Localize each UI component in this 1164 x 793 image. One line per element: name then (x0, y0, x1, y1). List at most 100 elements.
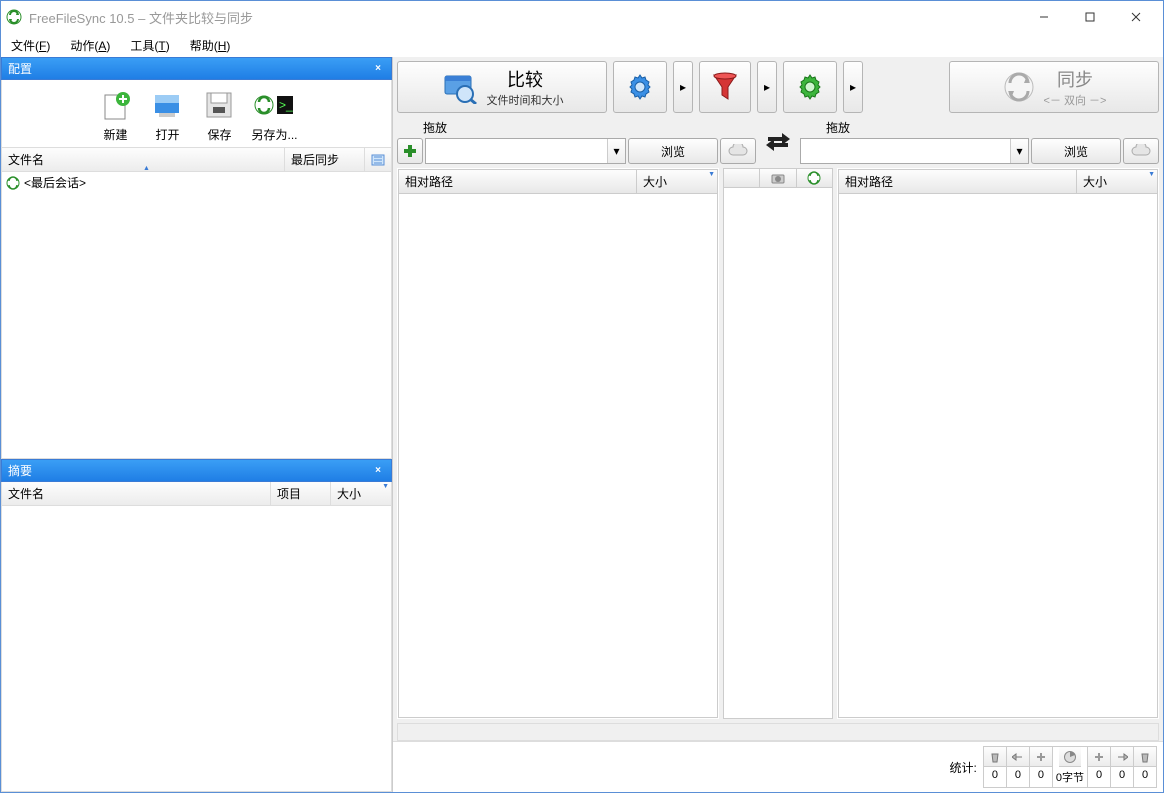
cloud-icon (728, 144, 748, 158)
sync-grey-icon (1002, 70, 1036, 104)
right-grid-body[interactable] (838, 194, 1158, 718)
config-grid-body[interactable]: <最后会话> (1, 172, 392, 459)
filter-button[interactable] (699, 61, 751, 113)
summary-col-items[interactable]: 项目 (271, 482, 331, 505)
sync-settings-button[interactable] (783, 61, 837, 113)
comparison-grids: 相对路径 大小▼ 相对路径 大小▼ (393, 166, 1163, 723)
saveas-icon: >_ (254, 86, 294, 124)
stat-delete-right-icon (1134, 747, 1156, 767)
summary-panel-close-icon[interactable]: × (371, 463, 385, 477)
saveas-button[interactable]: >_ 另存为... (247, 84, 301, 145)
compare-label: 比较 (507, 66, 543, 92)
swap-button[interactable] (760, 122, 796, 162)
chevron-down-icon[interactable]: ▾ (1010, 139, 1028, 163)
swap-icon (764, 130, 792, 154)
right-pane: 比较 文件时间和大小 ▸ ▸ ▸ (393, 57, 1163, 792)
close-button[interactable] (1113, 1, 1159, 33)
middle-col-action-icon[interactable] (797, 169, 832, 187)
compare-settings-button[interactable] (613, 61, 667, 113)
cloud-icon (1131, 144, 1151, 158)
statusbar: 统计: 0 0 0 0字节 0 0 0 (393, 741, 1163, 792)
summary-panel-header[interactable]: 摘要 × (1, 459, 392, 482)
config-toolbar: 新建 打开 保存 >_ 另存为... (1, 80, 392, 148)
config-row-last-session[interactable]: <最后会话> (2, 172, 391, 193)
menubar: 文件(F) 动作(A) 工具(T) 帮助(H) (1, 33, 1163, 57)
cloud-right-button[interactable] (1123, 138, 1159, 164)
folder-right-label: 拖放 (800, 119, 1159, 136)
titlebar: FreeFileSync 10.5 – 文件夹比较与同步 (1, 1, 1163, 33)
menu-help[interactable]: 帮助(H) (184, 35, 237, 56)
left-col-relpath[interactable]: 相对路径 (399, 170, 637, 193)
folder-right-group: 拖放 ▾ 浏览 (800, 119, 1159, 164)
folder-right-combo[interactable]: ▾ (800, 138, 1029, 164)
gear-green-icon (794, 71, 826, 103)
gear-blue-icon (624, 71, 656, 103)
compare-button[interactable]: 比较 文件时间和大小 (397, 61, 607, 113)
window-title: FreeFileSync 10.5 – 文件夹比较与同步 (29, 8, 1021, 27)
summary-grid-body[interactable] (1, 506, 392, 793)
compare-dropdown[interactable]: ▸ (673, 61, 693, 113)
right-col-relpath[interactable]: 相对路径 (839, 170, 1077, 193)
add-pair-button[interactable] (397, 138, 423, 164)
summary-panel-title: 摘要 (8, 462, 32, 479)
minimize-button[interactable] (1021, 1, 1067, 33)
right-col-size[interactable]: 大小▼ (1077, 170, 1157, 193)
right-grid: 相对路径 大小▼ (837, 168, 1159, 719)
summary-col-filename[interactable]: 文件名 (2, 482, 271, 505)
sync-settings-dropdown[interactable]: ▸ (843, 61, 863, 113)
save-button[interactable]: 保存 (195, 84, 243, 145)
chevron-down-icon[interactable]: ▾ (607, 139, 625, 163)
summary-grid-header: 文件名 项目 大小▼ (1, 482, 392, 506)
stat-data-icon (1059, 747, 1081, 767)
config-panel-title: 配置 (8, 60, 32, 77)
new-button[interactable]: 新建 (91, 84, 139, 145)
left-grid-body[interactable] (398, 194, 718, 718)
folder-pair-row: 拖放 ▾ 浏览 拖放 ▾ 浏览 (393, 117, 1163, 166)
folder-left-label: 拖放 (397, 119, 756, 136)
sync-sublabel: <－ 双向 －> (1044, 92, 1107, 108)
stat-update-left-icon (1007, 747, 1029, 767)
folder-left-group: 拖放 ▾ 浏览 (397, 119, 756, 164)
menu-file[interactable]: 文件(F) (5, 35, 56, 56)
svg-text:>_: >_ (279, 98, 293, 112)
config-grid-header: 文件名▲ 最后同步 (1, 148, 392, 172)
open-icon (147, 86, 187, 124)
cloud-left-button[interactable] (720, 138, 756, 164)
filter-dropdown[interactable]: ▸ (757, 61, 777, 113)
horizontal-scrollbar[interactable] (397, 723, 1159, 741)
middle-grid (723, 168, 833, 719)
folder-right-input[interactable] (801, 139, 1010, 163)
folder-left-combo[interactable]: ▾ (425, 138, 626, 164)
config-panel-header[interactable]: 配置 × (1, 57, 392, 80)
config-col-options-icon[interactable] (365, 148, 391, 171)
middle-col-blank[interactable] (724, 169, 760, 187)
main-toolbar: 比较 文件时间和大小 ▸ ▸ ▸ (393, 57, 1163, 117)
left-pane: 配置 × 新建 打开 保存 >_ (1, 57, 393, 792)
sync-button[interactable]: 同步 <－ 双向 －> (949, 61, 1159, 113)
config-col-filename[interactable]: 文件名▲ (2, 148, 285, 171)
filter-icon (710, 71, 740, 103)
stats-table: 0 0 0 0字节 0 0 0 (983, 746, 1157, 788)
sync-icon (6, 176, 20, 190)
left-grid: 相对路径 大小▼ (397, 168, 719, 719)
menu-action[interactable]: 动作(A) (64, 35, 116, 56)
maximize-button[interactable] (1067, 1, 1113, 33)
config-panel-close-icon[interactable]: × (371, 62, 385, 76)
stat-delete-left-icon (984, 747, 1006, 767)
summary-col-size[interactable]: 大小▼ (331, 482, 391, 505)
app-icon (5, 8, 23, 26)
left-col-size[interactable]: 大小▼ (637, 170, 717, 193)
compare-sublabel: 文件时间和大小 (487, 92, 564, 108)
middle-grid-body[interactable] (723, 188, 833, 719)
browse-left-button[interactable]: 浏览 (628, 138, 718, 164)
config-col-lastsync[interactable]: 最后同步 (285, 148, 365, 171)
open-button[interactable]: 打开 (143, 84, 191, 145)
compare-icon (441, 70, 479, 104)
folder-left-input[interactable] (426, 139, 607, 163)
browse-right-button[interactable]: 浏览 (1031, 138, 1121, 164)
middle-col-category-icon[interactable] (760, 169, 796, 187)
menu-tools[interactable]: 工具(T) (124, 35, 175, 56)
stat-create-right-icon (1088, 747, 1110, 767)
stat-update-right-icon (1111, 747, 1133, 767)
sync-label: 同步 (1057, 66, 1093, 92)
